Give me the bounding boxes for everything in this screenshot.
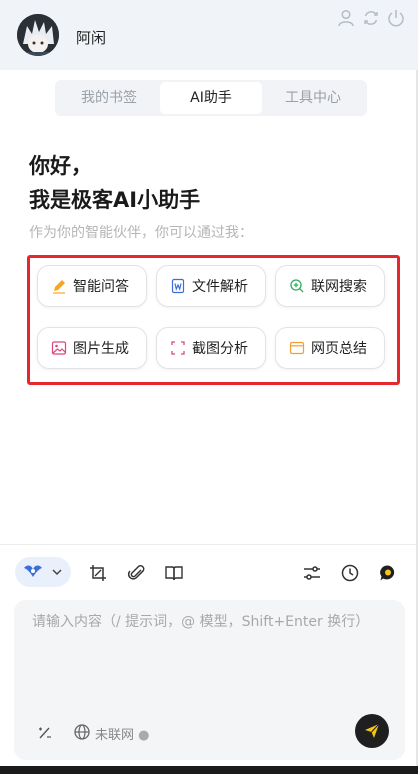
send-button[interactable] xyxy=(355,714,389,748)
feature-label: 智能问答 xyxy=(73,279,129,295)
feature-label: 联网搜索 xyxy=(311,279,367,295)
feature-label: 网页总结 xyxy=(311,341,367,357)
status-dot-icon: ● xyxy=(138,728,150,743)
chat-input-placeholder[interactable]: 请输入内容（/ 提示词，@ 模型，Shift+Enter 换行） xyxy=(32,610,382,634)
feature-web-search-button[interactable]: 联网搜索 xyxy=(275,265,385,307)
user-icon[interactable] xyxy=(336,8,356,28)
search-plus-icon xyxy=(290,279,304,293)
feature-label: 截图分析 xyxy=(192,341,248,357)
new-chat-icon[interactable] xyxy=(378,563,398,583)
feature-label: 图片生成 xyxy=(73,341,129,357)
crop-icon[interactable] xyxy=(88,563,108,583)
image-icon xyxy=(51,341,67,355)
feature-file-parse-button[interactable]: 文件解析 xyxy=(156,265,266,307)
feature-webpage-summary-button[interactable]: 网页总结 xyxy=(275,327,385,369)
tab-bookmarks[interactable]: 我的书签 xyxy=(58,82,160,114)
header: 阿闲 xyxy=(0,0,418,70)
divider xyxy=(0,544,416,545)
feature-smart-qa-button[interactable]: 智能问答 xyxy=(37,265,147,307)
model-select-button[interactable] xyxy=(15,557,71,587)
settings-sliders-icon[interactable] xyxy=(302,563,322,583)
network-status-label: 未联网 xyxy=(95,728,135,743)
username: 阿闲 xyxy=(76,29,107,47)
tab-tool-center[interactable]: 工具中心 xyxy=(262,82,364,114)
greeting-line-1: 你好， xyxy=(29,154,92,178)
greeting-line-2: 我是极客AI小助手 xyxy=(29,188,201,212)
power-icon[interactable] xyxy=(386,8,406,28)
greeting-subtitle: 作为你的智能伙伴，你可以通过我： xyxy=(29,225,253,241)
send-icon xyxy=(365,723,380,738)
attachment-icon[interactable] xyxy=(127,563,147,583)
feature-label: 文件解析 xyxy=(192,279,248,295)
feature-image-gen-button[interactable]: 图片生成 xyxy=(37,327,147,369)
avatar[interactable] xyxy=(17,14,59,56)
screenshot-icon xyxy=(171,341,185,355)
prompt-slash-icon[interactable] xyxy=(36,724,54,742)
tab-bar: 我的书签 AI助手 工具中心 xyxy=(55,80,367,116)
tab-ai-assistant[interactable]: AI助手 xyxy=(160,82,262,114)
webpage-icon xyxy=(289,341,305,355)
history-icon[interactable] xyxy=(340,563,360,583)
sync-icon[interactable] xyxy=(361,8,381,28)
chevron-down-icon xyxy=(52,569,62,576)
globe-icon[interactable] xyxy=(73,723,91,741)
pencil-icon xyxy=(53,280,65,294)
word-doc-icon xyxy=(171,278,185,294)
network-status[interactable]: 未联网 ● xyxy=(95,724,150,743)
model-select-icon xyxy=(24,565,42,577)
book-icon[interactable] xyxy=(164,563,184,583)
sidebar-panel: 阿闲 我的书签 AI助手 工具中心 你好， 我是极客AI小助手 作为你的智能伙伴… xyxy=(0,0,418,766)
feature-screenshot-analysis-button[interactable]: 截图分析 xyxy=(156,327,266,369)
